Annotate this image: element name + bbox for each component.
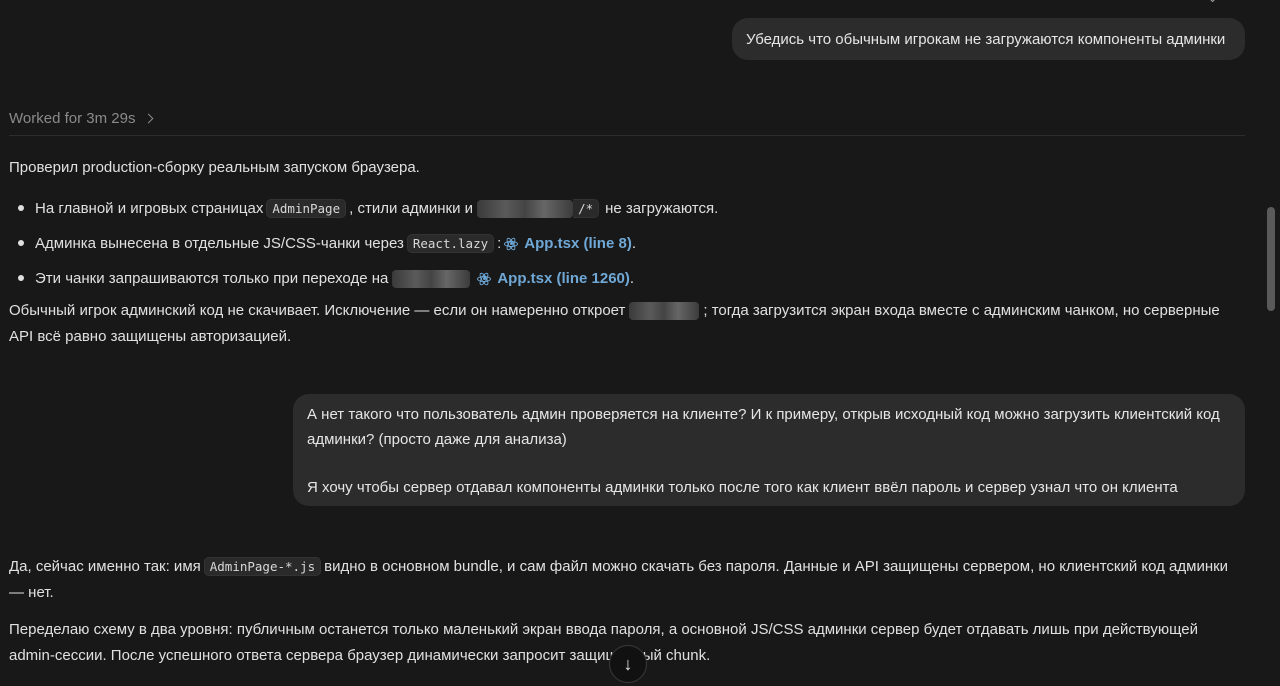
inline-code: /* — [573, 199, 600, 218]
assistant-intro-text: Проверил production-сборку реальным запу… — [9, 159, 420, 176]
bullet — [18, 275, 24, 281]
user-message-2-text: А нет такого что пользователь админ пров… — [307, 406, 1220, 448]
redacted-text — [392, 269, 471, 288]
redacted-text — [629, 302, 700, 321]
list-text: . — [629, 270, 635, 287]
list-text: , стили админки и — [349, 200, 474, 217]
top-bar-clipped: · · · · · · · · · · ⌄ ⋯ — [0, 0, 1280, 6]
bullet — [18, 240, 24, 246]
react-icon — [504, 235, 519, 252]
list-text: . — [631, 235, 636, 252]
scroll-down-button[interactable]: ↓ — [609, 645, 647, 683]
file-link[interactable]: App.tsx (line 1260) — [497, 270, 630, 287]
react-icon — [477, 270, 492, 287]
assistant-intro: Проверил production-сборку реальным запу… — [9, 155, 1239, 181]
list-item: Админка вынесена в отдельные JS/CSS-чанк… — [16, 226, 1216, 261]
chevron-right-icon — [144, 113, 154, 124]
bullet — [18, 205, 24, 211]
list-text: На главной и игровых страницах — [35, 200, 264, 217]
file-link[interactable]: App.tsx (line 8) — [524, 235, 632, 252]
more-icon[interactable]: ⋯ — [1225, 0, 1238, 6]
chevron-icon[interactable]: ⌄ — [1207, 0, 1218, 6]
redacted-text — [477, 199, 574, 218]
assistant-summary: Обычный игрок админский код не скачивает… — [9, 298, 1239, 350]
assistant-list: На главной и игровых страницах AdminPage… — [16, 191, 1216, 296]
assistant-reply-1: Да, сейчас именно так: имя AdminPage-*.js… — [9, 554, 1239, 606]
divider — [9, 135, 1245, 136]
scrollbar-thumb[interactable] — [1267, 207, 1275, 311]
list-text: не загружаются. — [605, 200, 719, 217]
inline-code: AdminPage-*.js — [203, 557, 322, 576]
user-message-1: Убедись что обычным игрокам не загружают… — [732, 18, 1245, 60]
list-text: Админка вынесена в отдельные JS/CSS-чанк… — [35, 235, 404, 252]
user-message-2-text: Я хочу чтобы сервер отдавал компоненты а… — [307, 479, 1178, 496]
list-item: На главной и игровых страницах AdminPage… — [16, 191, 1216, 226]
inline-code: React.lazy — [406, 234, 495, 253]
user-message-2: А нет такого что пользователь админ пров… — [293, 394, 1245, 506]
list-text: : — [497, 235, 502, 252]
arrow-down-icon: ↓ — [623, 653, 633, 674]
list-item: Эти чанки запрашиваются только при перех… — [16, 261, 1216, 296]
reply-text: Да, сейчас именно так: имя — [9, 558, 201, 575]
user-message-1-text: Убедись что обычным игрокам не загружают… — [746, 30, 1226, 48]
clipped-title: · · · · · · · · · · — [10, 0, 124, 5]
inline-code: AdminPage — [266, 199, 347, 218]
worked-for-label: Worked for 3m 29s — [9, 110, 136, 127]
list-text: Эти чанки запрашиваются только при перех… — [35, 270, 389, 287]
summary-text: Обычный игрок админский код не скачивает… — [9, 302, 626, 319]
worked-for-toggle[interactable]: Worked for 3m 29s — [9, 110, 154, 127]
